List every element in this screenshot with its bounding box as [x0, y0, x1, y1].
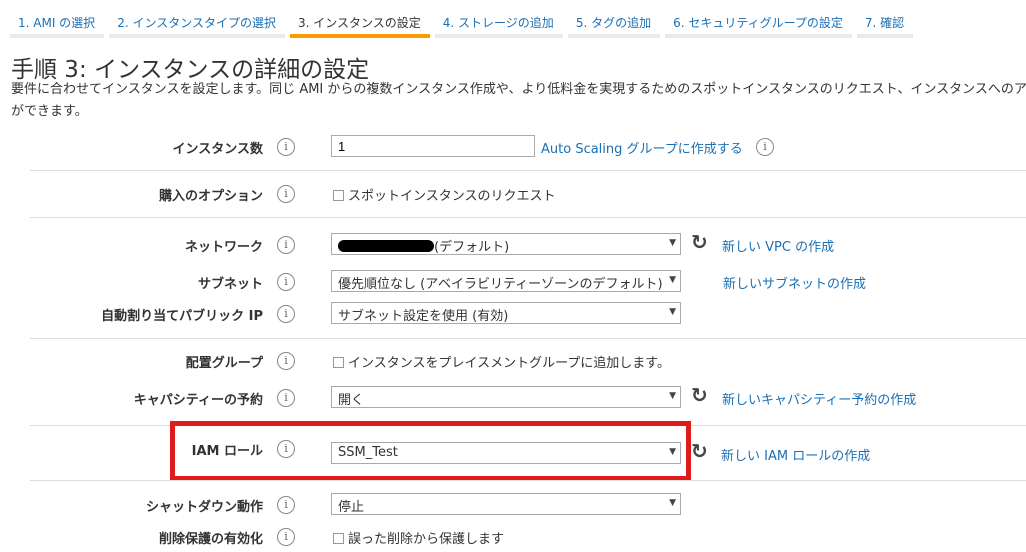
- label: サブネット: [197, 277, 263, 292]
- info-icon[interactable]: i: [277, 185, 295, 203]
- value: (デフォルト): [434, 240, 510, 255]
- tab-configure-instance[interactable]: 3. インスタンスの設定: [289, 0, 430, 38]
- label: 配置グループ: [185, 356, 263, 371]
- row-capacity: キャパシティーの予約 i 開く ▼ ↻ 新しいキャパシティー予約の作成: [0, 383, 1026, 410]
- tab-choose-ami[interactable]: 1. AMI の選択: [10, 0, 105, 38]
- network-select[interactable]: (デフォルト) ▼: [331, 233, 681, 255]
- chevron-down-icon: ▼: [669, 238, 676, 248]
- info-icon[interactable]: i: [277, 138, 295, 156]
- checkbox-label: 誤った削除から保護します: [348, 532, 505, 547]
- capacity-select[interactable]: 開く ▼: [331, 386, 681, 408]
- checkbox[interactable]: [333, 533, 344, 544]
- label: ネットワーク: [184, 240, 263, 255]
- page-description: 要件に合わせてインスタンスを設定します。同じ AMI からの複数インスタンス作成…: [11, 82, 1026, 97]
- chevron-down-icon: ▼: [669, 391, 676, 401]
- tab-instance-type[interactable]: 2. インスタンスタイプの選択: [109, 0, 285, 38]
- info-icon[interactable]: i: [277, 305, 295, 323]
- row-purchase: 購入のオプション i スポットインスタンスのリクエスト: [0, 182, 1026, 206]
- tab-review[interactable]: 7. 確認: [856, 0, 914, 38]
- public-ip-select[interactable]: サブネット設定を使用 (有効) ▼: [331, 302, 681, 324]
- redacted-block: [338, 240, 434, 252]
- new-vpc-link[interactable]: 新しい VPC の作成: [722, 236, 834, 255]
- info-icon[interactable]: i: [277, 236, 295, 254]
- page-title: 手順 3: インスタンスの詳細の設定: [11, 57, 370, 83]
- auto-scaling-link[interactable]: Auto Scaling グループに作成する: [541, 138, 743, 157]
- chevron-down-icon: ▼: [669, 498, 676, 508]
- refresh-icon[interactable]: ↻: [691, 230, 708, 254]
- instance-count-input[interactable]: [331, 135, 535, 157]
- new-iam-role-link[interactable]: 新しい IAM ロールの作成: [721, 445, 870, 464]
- tab-tags[interactable]: 5. タグの追加: [567, 0, 661, 38]
- row-public-ip: 自動割り当てパブリック IP i サブネット設定を使用 (有効) ▼: [0, 302, 1026, 326]
- value: 開く: [338, 393, 365, 408]
- label: 自動割り当てパブリック IP: [101, 309, 263, 324]
- wizard-tabs: 1. AMI の選択 2. インスタンスタイプの選択 3. インスタンスの設定 …: [10, 0, 914, 40]
- info-icon[interactable]: i: [277, 273, 295, 291]
- termination-checkbox[interactable]: 誤った削除から保護します: [333, 528, 504, 547]
- row-placement: 配置グループ i インスタンスをプレイスメントグループに追加します。: [0, 349, 1026, 373]
- subnet-select[interactable]: 優先順位なし (アベイラビリティーゾーンのデフォルト) ▼: [331, 270, 681, 292]
- checkbox-label: インスタンスをプレイスメントグループに追加します。: [348, 356, 671, 371]
- divider: [30, 217, 1026, 218]
- divider: [30, 170, 1026, 171]
- row-shutdown: シャットダウン動作 i 停止 ▼: [0, 493, 1026, 517]
- row-network: ネットワーク i (デフォルト) ▼ ↻ 新しい VPC の作成: [0, 230, 1026, 257]
- checkbox[interactable]: [333, 357, 344, 368]
- value: 優先順位なし (アベイラビリティーゾーンのデフォルト): [338, 277, 663, 292]
- checkbox[interactable]: [333, 190, 344, 201]
- info-icon[interactable]: i: [277, 389, 295, 407]
- chevron-down-icon: ▼: [669, 275, 676, 285]
- spot-request-checkbox[interactable]: スポットインスタンスのリクエスト: [333, 185, 555, 204]
- info-icon[interactable]: i: [756, 138, 774, 156]
- refresh-icon[interactable]: ↻: [691, 383, 708, 407]
- new-subnet-link[interactable]: 新しいサブネットの作成: [723, 273, 866, 292]
- label: インスタンス数: [172, 142, 263, 157]
- row-subnet: サブネット i 優先順位なし (アベイラビリティーゾーンのデフォルト) ▼ 新しい…: [0, 270, 1026, 294]
- shutdown-select[interactable]: 停止 ▼: [331, 493, 681, 515]
- value: 停止: [338, 500, 365, 515]
- placement-checkbox[interactable]: インスタンスをプレイスメントグループに追加します。: [333, 352, 670, 371]
- highlight-box: [170, 421, 691, 481]
- label: シャットダウン動作: [145, 500, 263, 515]
- label: 購入のオプション: [158, 189, 263, 204]
- row-instance-count: インスタンス数 i Auto Scaling グループに作成する i: [0, 135, 1026, 159]
- tab-security-group[interactable]: 6. セキュリティグループの設定: [665, 0, 852, 38]
- info-icon[interactable]: i: [277, 496, 295, 514]
- label: キャパシティーの予約: [133, 393, 263, 408]
- new-capacity-link[interactable]: 新しいキャパシティー予約の作成: [722, 389, 916, 408]
- row-termination: 削除保護の有効化 i 誤った削除から保護します: [0, 525, 1026, 549]
- chevron-down-icon: ▼: [669, 307, 676, 317]
- info-icon[interactable]: i: [277, 528, 295, 546]
- divider: [30, 338, 1026, 339]
- divider: [30, 480, 1026, 481]
- page-description-cont: ができます。: [11, 104, 88, 119]
- checkbox-label: スポットインスタンスのリクエスト: [348, 189, 556, 204]
- value: サブネット設定を使用 (有効): [338, 309, 509, 324]
- refresh-icon[interactable]: ↻: [691, 439, 708, 463]
- tab-storage[interactable]: 4. ストレージの追加: [434, 0, 563, 38]
- label: 削除保護の有効化: [158, 532, 263, 547]
- info-icon[interactable]: i: [277, 352, 295, 370]
